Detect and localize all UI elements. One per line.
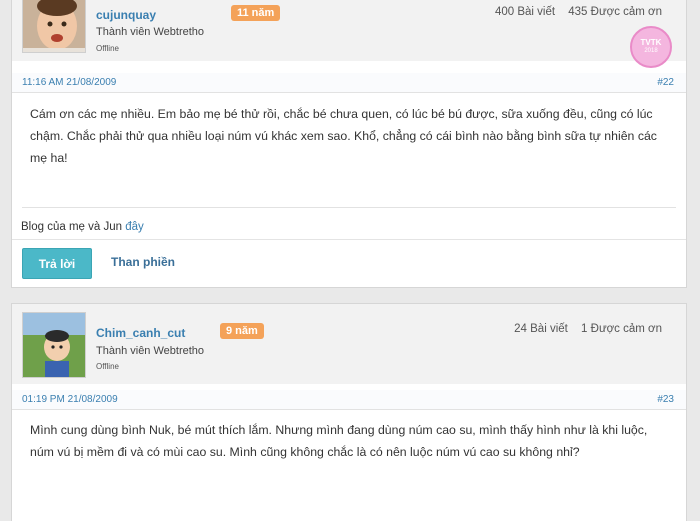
- post-header: Chim_canh_cut 9 năm Thành viên Webtretho…: [12, 304, 686, 384]
- baby-photo-icon: [23, 0, 85, 52]
- signature: Blog của mẹ và Jun đây: [12, 221, 686, 233]
- user-rank: Thành viên Webtretho: [96, 26, 205, 38]
- posts-count: 24 Bài viết: [514, 323, 568, 335]
- posts-count: 400 Bài viết: [494, 6, 556, 18]
- online-status: Offline: [96, 362, 119, 371]
- user-stats: 400 Bài viết 435 Được cảm ơn: [485, 6, 662, 18]
- award-badge-year: 2018: [644, 48, 658, 54]
- report-button[interactable]: Than phiền: [111, 255, 175, 269]
- post-meta-bar: 01:19 PM 21/08/2009 #23: [12, 390, 686, 410]
- thanks-count: 1 Được cảm ơn: [581, 323, 662, 335]
- membership-years-badge: 9 năm: [220, 323, 264, 339]
- award-badge-title: TVTK: [640, 38, 662, 47]
- post-content: Mình cung dùng bình Nuk, bé mút thích lắ…: [30, 423, 648, 459]
- signature-link[interactable]: đây: [125, 221, 144, 233]
- post-number-link[interactable]: #22: [657, 77, 674, 88]
- forum-post: cujunquay 11 năm Thành viên Webtretho Of…: [11, 0, 687, 288]
- avatar[interactable]: [22, 0, 86, 53]
- reply-button[interactable]: Trả lời: [22, 248, 92, 279]
- avatar[interactable]: [22, 312, 86, 378]
- signature-text: Blog của mẹ và Jun: [21, 221, 123, 233]
- award-badge-icon: TVTK 2018: [630, 26, 672, 68]
- post-number-link[interactable]: #23: [657, 394, 674, 405]
- online-status: Offline: [96, 44, 119, 53]
- post-timestamp: 01:19 PM 21/08/2009: [22, 394, 118, 405]
- thanks-count: 435 Được cảm ơn: [568, 6, 662, 18]
- username[interactable]: cujunquay: [96, 8, 156, 22]
- forum-post: Chim_canh_cut 9 năm Thành viên Webtretho…: [11, 303, 687, 521]
- user-rank: Thành viên Webtretho: [96, 345, 205, 357]
- post-header: cujunquay 11 năm Thành viên Webtretho Of…: [12, 0, 686, 68]
- post-meta-bar: 11:16 AM 21/08/2009 #22: [12, 73, 686, 93]
- username[interactable]: Chim_canh_cut: [96, 326, 185, 340]
- post-timestamp: 11:16 AM 21/08/2009: [22, 77, 117, 88]
- membership-years-badge: 11 năm: [231, 5, 281, 21]
- user-stats: 24 Bài viết 1 Được cảm ơn: [504, 323, 662, 335]
- post-actions: Trả lời Than phiền: [12, 239, 686, 285]
- post-content: Cám ơn các mẹ nhiều. Em bảo mẹ bé thử rồ…: [30, 107, 657, 165]
- child-photo-icon: [23, 313, 85, 377]
- signature-divider: [22, 207, 676, 208]
